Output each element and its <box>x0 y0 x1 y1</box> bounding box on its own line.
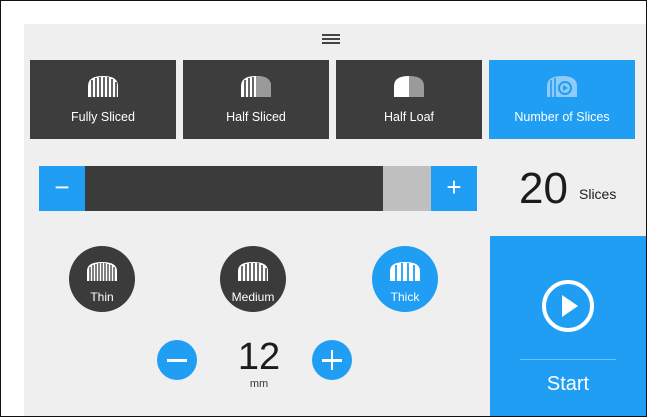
half-sliced-loaf-icon <box>241 76 271 97</box>
decrease-slices-button[interactable]: − <box>39 166 85 211</box>
thickness-thin-button[interactable]: Thin <box>69 246 135 312</box>
menu-icon[interactable] <box>322 32 340 46</box>
mode-label: Half Loaf <box>383 110 435 124</box>
fully-sliced-loaf-icon <box>88 76 118 97</box>
thickness-label: Thin <box>90 290 114 304</box>
device-frame: Fully Sliced Half Sliced Half Loaf Numbe… <box>0 0 647 417</box>
thickness-label: Thick <box>390 290 420 304</box>
slice-count-unit: Slices <box>579 186 617 202</box>
mode-half-sliced-button[interactable]: Half Sliced <box>183 60 329 139</box>
start-button[interactable]: Start <box>490 236 646 416</box>
slice-count-value: 20 <box>519 164 568 213</box>
increase-thickness-button[interactable] <box>312 340 352 380</box>
slice-slider-track[interactable] <box>85 166 431 211</box>
slice-count-display: 20 Slices <box>494 164 634 214</box>
mode-label: Number of Slices <box>514 110 610 124</box>
mode-half-loaf-button[interactable]: Half Loaf <box>336 60 482 139</box>
play-icon <box>542 280 594 332</box>
thickness-display: 12 mm <box>229 336 289 396</box>
thickness-unit: mm <box>249 378 269 390</box>
decrease-thickness-button[interactable] <box>157 340 197 380</box>
thickness-medium-button[interactable]: Medium <box>220 246 286 312</box>
mode-fully-sliced-button[interactable]: Fully Sliced <box>30 60 176 139</box>
start-divider <box>520 359 616 360</box>
thickness-thick-button[interactable]: Thick <box>372 246 438 312</box>
thin-slices-icon <box>87 262 117 281</box>
increase-slices-button[interactable]: + <box>431 166 477 211</box>
slice-slider-fill <box>85 166 383 211</box>
start-label: Start <box>546 373 590 395</box>
mode-number-of-slices-button[interactable]: Number of Slices <box>489 60 635 139</box>
medium-slices-icon <box>238 262 268 281</box>
mode-label: Half Sliced <box>226 110 286 124</box>
mode-label: Fully Sliced <box>71 110 135 124</box>
thickness-label: Medium <box>231 290 275 304</box>
number-of-slices-icon <box>547 76 577 97</box>
slicer-screen: Fully Sliced Half Sliced Half Loaf Numbe… <box>24 24 646 416</box>
thickness-value: 12 <box>237 336 281 378</box>
thick-slices-icon <box>390 262 420 281</box>
slice-count-slider: − + <box>39 166 477 211</box>
half-loaf-icon <box>394 76 424 97</box>
